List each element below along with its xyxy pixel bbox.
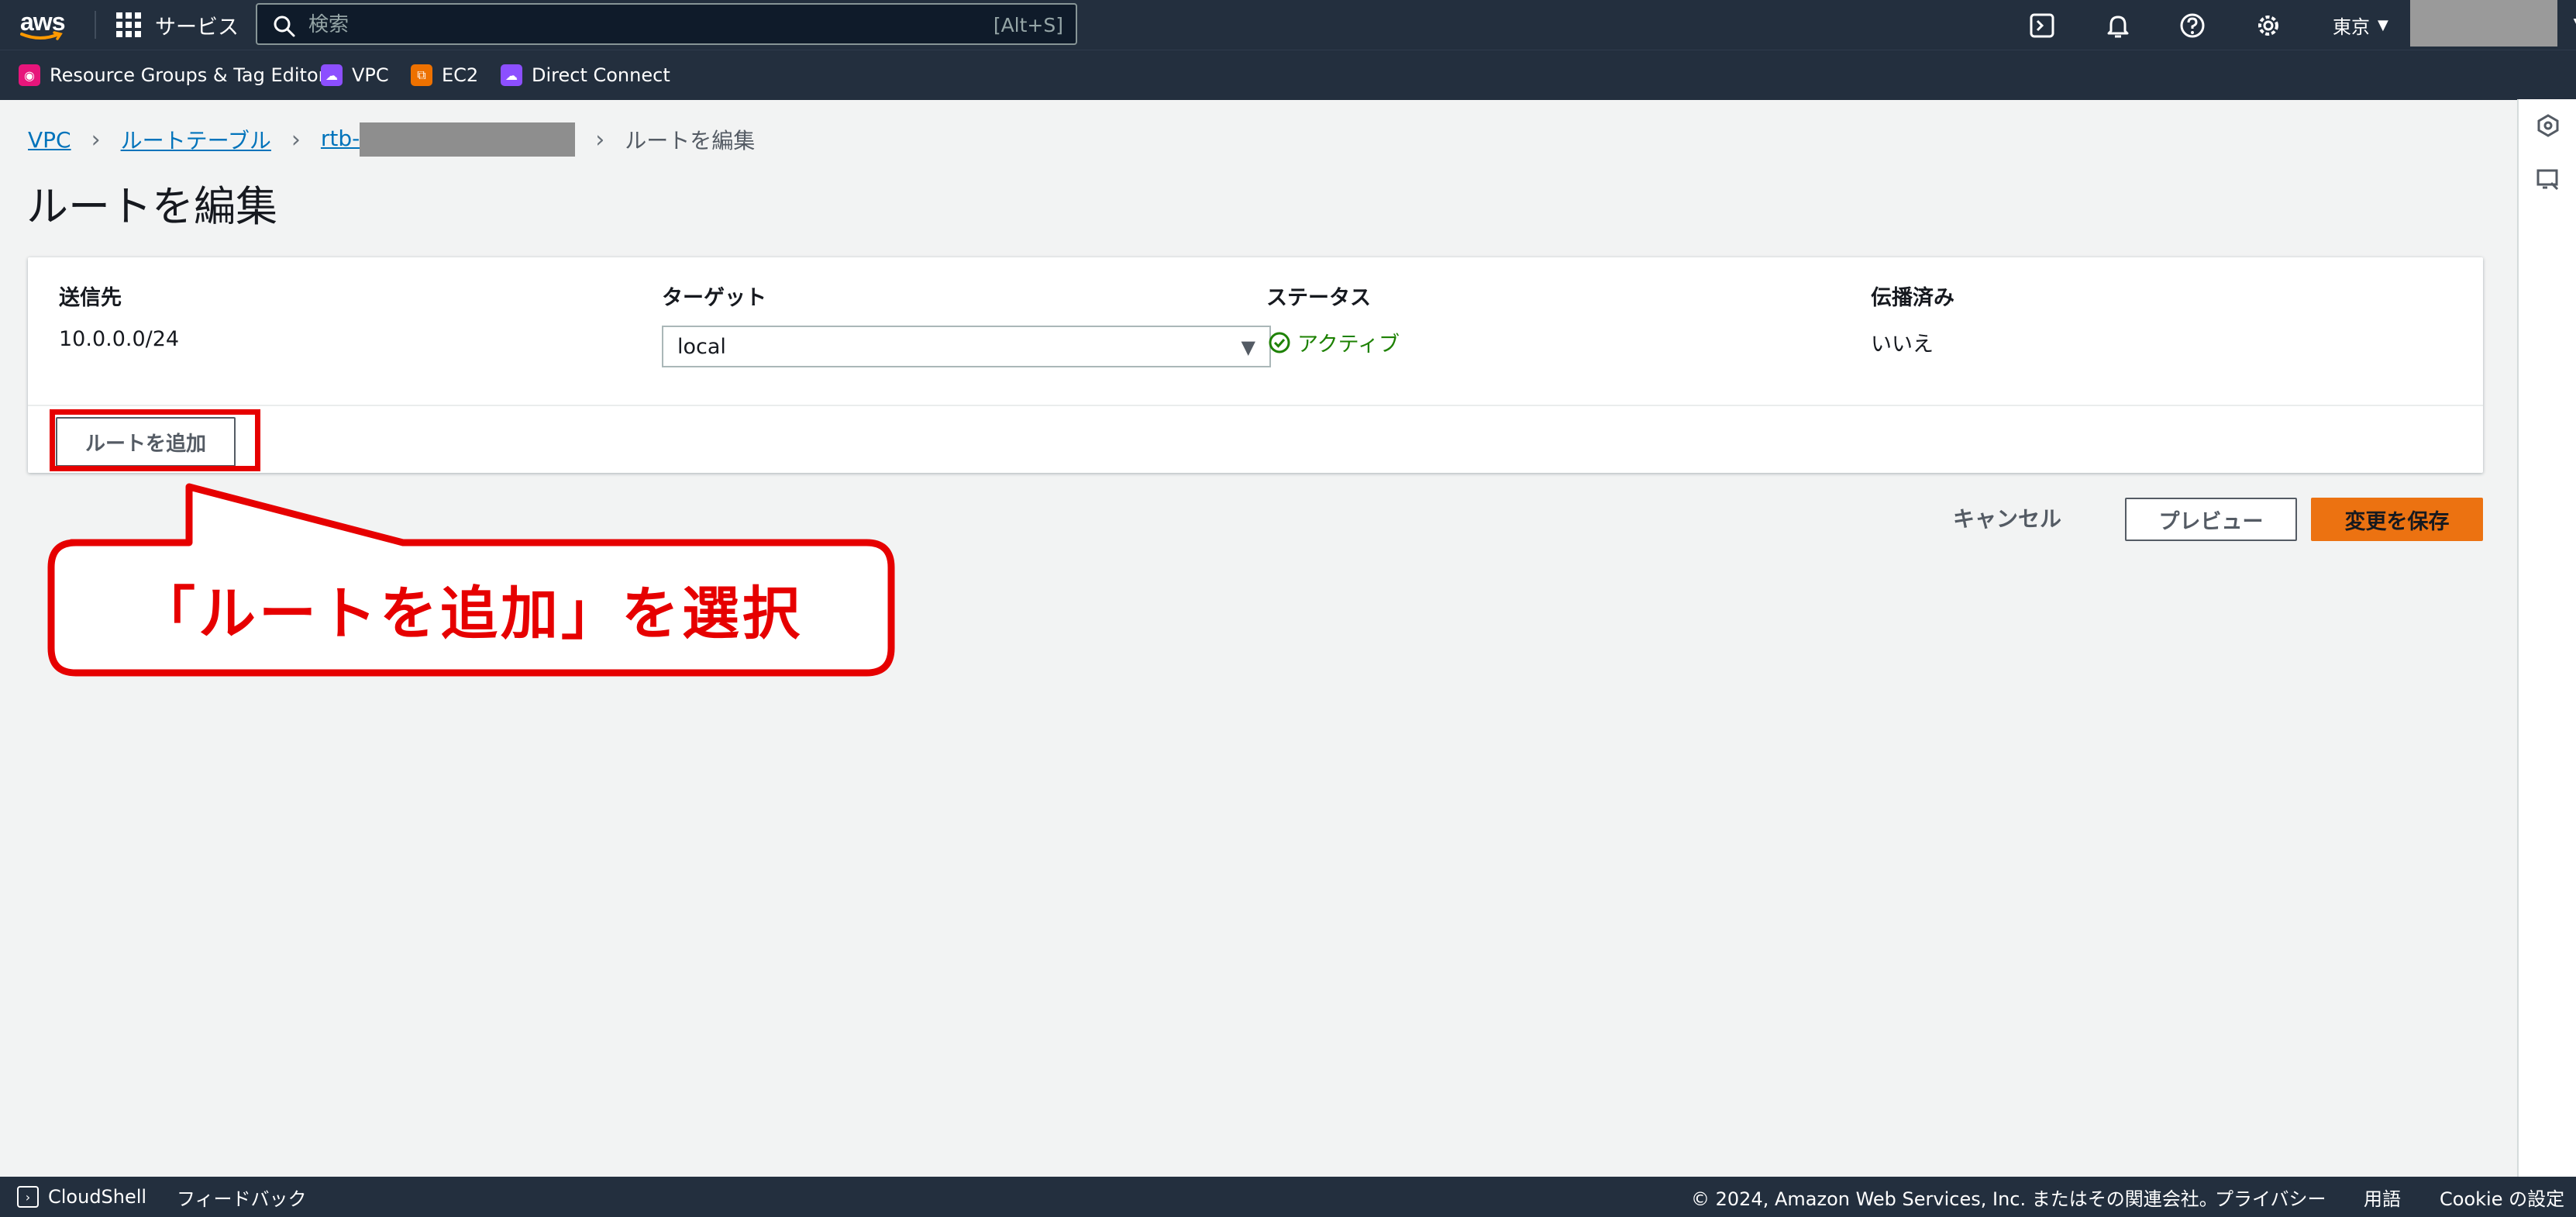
feedback-link[interactable]: フィードバック xyxy=(177,1177,307,1217)
privacy-link[interactable]: プライバシー xyxy=(2215,1177,2326,1217)
feedback-screen-icon[interactable] xyxy=(2536,167,2561,192)
right-tools-rail xyxy=(2517,99,2576,1177)
hexagon-info-icon[interactable] xyxy=(2536,113,2561,138)
cloudshell-icon: › xyxy=(17,1186,39,1208)
cloudshell-label: CloudShell xyxy=(48,1186,147,1208)
cookie-settings-link[interactable]: Cookie の設定 xyxy=(2440,1177,2564,1217)
footer: › CloudShell フィードバック © 2024, Amazon Web … xyxy=(0,1177,2576,1217)
cloudshell-footer-button[interactable]: › CloudShell xyxy=(17,1177,146,1217)
copyright-text: © 2024, Amazon Web Services, Inc. またはその関… xyxy=(1691,1188,2218,1210)
annotation-callout-text: 「ルートを追加」を選択 xyxy=(138,580,803,647)
terms-link[interactable]: 用語 xyxy=(2364,1177,2401,1217)
